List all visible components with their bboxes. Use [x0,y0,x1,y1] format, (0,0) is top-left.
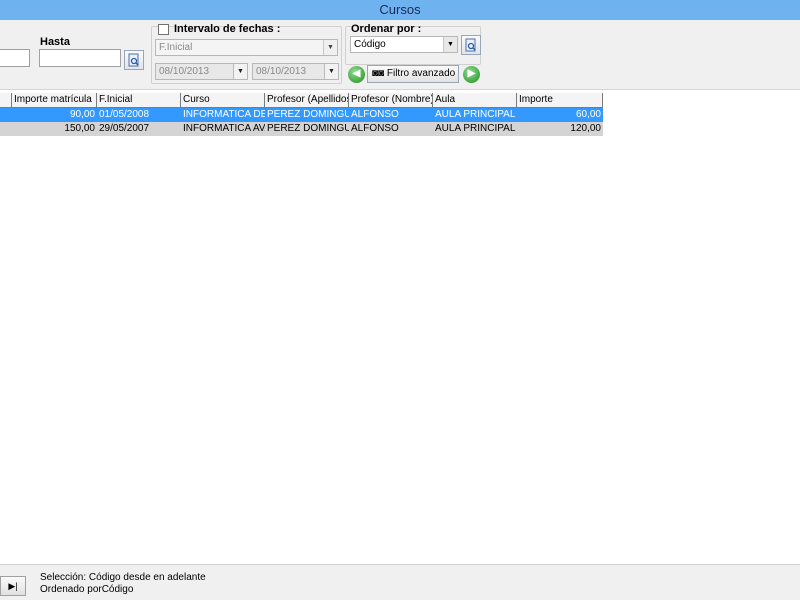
courses-grid[interactable]: Importe matrícula F.Inicial Curso Profes… [0,93,603,136]
cell-f-inicial: 29/05/2007 [99,123,150,134]
intervalo-fechas-label: Intervalo de fechas : [174,23,281,35]
cell-profesor-nombre: ALFONSO [351,123,399,134]
hasta-label: Hasta [40,36,70,48]
cell-importe-matricula: 90,00 [69,109,95,120]
desde-input[interactable] [0,49,30,67]
column-header-curso[interactable]: Curso [181,93,265,108]
window-title: Cursos [0,0,800,20]
filtro-avanzado-label: Filtro avanzado [386,68,456,79]
status-selection-text: Selección: Código desde en adelante [40,572,206,583]
cell-importe-matricula: 150,00 [64,123,95,134]
ordenar-select[interactable]: Código ▼ [350,36,458,53]
nav-last-button[interactable]: ▶| [0,576,26,596]
ordenar-value: Código [354,39,386,50]
column-header-profesor-nombre[interactable]: Profesor (Nombre) [349,93,433,108]
cell-aula: AULA PRINCIPAL [435,109,516,120]
date-to-value: 08/10/2013 [256,66,307,77]
column-header-f-inicial[interactable]: F.Inicial [97,93,181,108]
chevron-down-icon: ▼ [324,64,338,79]
filter-toolbar: Hasta Intervalo de fechas : F.Inicial ▼ … [0,20,800,90]
arrow-right-circle-icon[interactable]: ▶ [463,66,480,83]
chevron-down-icon: ▼ [233,64,247,79]
date-from-picker[interactable]: 08/10/2013 ▼ [155,63,248,80]
ordenar-search-button[interactable] [461,35,481,55]
search-doc-icon [128,53,139,67]
cell-aula: AULA PRINCIPAL [435,123,516,134]
column-header-importe[interactable]: Importe [517,93,603,108]
status-bar: ▶| Selección: Código desde en adelante O… [0,564,800,600]
binoculars-icon: ◙◙ [372,68,385,79]
cell-importe: 60,00 [575,109,601,120]
arrow-left-circle-icon[interactable]: ◀ [348,66,365,83]
date-field-value: F.Inicial [159,42,193,53]
chevron-down-icon: ▼ [323,40,337,55]
intervalo-fechas-checkbox[interactable] [158,24,169,35]
hasta-input[interactable] [39,49,121,67]
table-row[interactable]: 150,00 29/05/2007 INFORMATICA AVA PEREZ … [0,122,603,136]
filtro-avanzado-button[interactable]: ◙◙ Filtro avanzado [367,65,459,83]
column-header-aula[interactable]: Aula [433,93,517,108]
cell-importe: 120,00 [570,123,601,134]
cell-curso: INFORMATICA DE ( [183,109,265,120]
cell-profesor-apellidos: PEREZ DOMINGUE [267,123,349,134]
grid-header: Importe matrícula F.Inicial Curso Profes… [0,93,603,108]
cell-profesor-nombre: ALFONSO [351,109,399,120]
column-header-indicator [0,93,12,108]
hasta-search-button[interactable] [124,50,144,70]
cell-f-inicial: 01/05/2008 [99,109,150,120]
table-row[interactable]: 90,00 01/05/2008 INFORMATICA DE ( PEREZ … [0,108,603,122]
ordenar-label: Ordenar por : [351,23,422,35]
search-doc-icon [465,38,476,52]
column-header-profesor-apellidos[interactable]: Profesor (Apellidos) [265,93,349,108]
column-header-importe-matricula[interactable]: Importe matrícula [12,93,97,108]
cell-profesor-apellidos: PEREZ DOMINGUE [267,109,349,120]
date-from-value: 08/10/2013 [159,66,210,77]
date-field-select[interactable]: F.Inicial ▼ [155,39,338,56]
chevron-down-icon: ▼ [443,37,457,52]
cell-curso: INFORMATICA AVA [183,123,265,134]
status-order-text: Ordenado porCódigo [40,584,134,595]
date-to-picker[interactable]: 08/10/2013 ▼ [252,63,339,80]
